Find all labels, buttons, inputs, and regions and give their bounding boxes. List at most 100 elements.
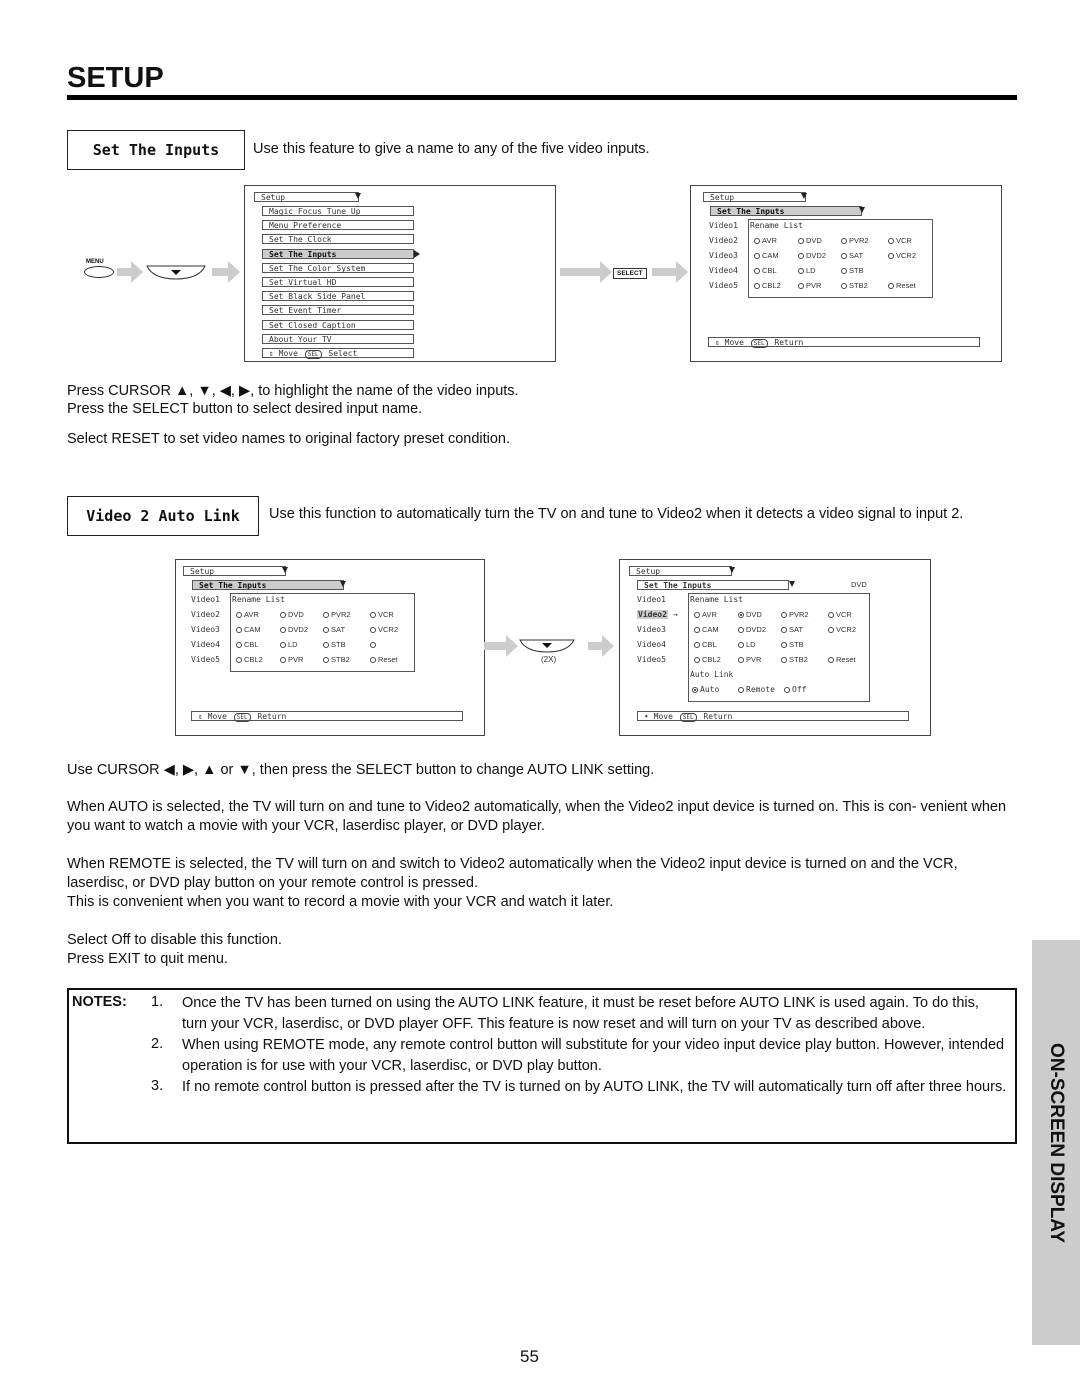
rename-option[interactable]: STB2 <box>841 281 868 290</box>
video-label[interactable]: Video3 <box>191 625 220 634</box>
rename-option[interactable]: VCR2 <box>828 625 856 634</box>
option-label: AVR <box>702 610 717 619</box>
rename-option[interactable]: DVD2 <box>738 625 766 634</box>
osd-footer: ⇕ Move SEL Select <box>262 348 414 359</box>
rename-option[interactable]: VCR2 <box>370 625 398 634</box>
osd-subheader: Set The Inputs <box>710 206 862 216</box>
rename-option[interactable]: AVR <box>694 610 717 619</box>
video-label[interactable]: Video4 <box>637 640 666 649</box>
video-label[interactable]: Video5 <box>191 655 220 664</box>
menu-item[interactable]: Magic Focus Tune Up <box>262 206 414 216</box>
rename-option[interactable]: LD <box>738 640 756 649</box>
rename-option[interactable]: PVR <box>280 655 303 664</box>
menu-item[interactable]: Set Event Timer <box>262 305 414 316</box>
video-label[interactable]: Video3 <box>637 625 666 634</box>
option-label: STB2 <box>789 655 808 664</box>
rename-option[interactable]: STB2 <box>781 655 808 664</box>
radio-icon <box>798 268 804 274</box>
rename-option[interactable]: Reset <box>888 281 916 290</box>
video-label[interactable]: Video2 <box>637 610 668 619</box>
cursor-down-button[interactable] <box>145 263 207 281</box>
auto-link-option[interactable]: Auto <box>692 685 719 694</box>
rename-option[interactable]: STB2 <box>323 655 350 664</box>
radio-icon <box>370 612 376 618</box>
rename-option[interactable]: CAM <box>754 251 779 260</box>
rename-list-title: Rename List <box>750 221 803 230</box>
menu-item[interactable]: Set Virtual HD <box>262 277 414 287</box>
video-label[interactable]: Video5 <box>709 281 738 290</box>
footer-move: Move <box>207 712 227 721</box>
menu-item[interactable]: Set Black Side Panel <box>262 291 414 302</box>
select-button[interactable]: SELECT <box>613 268 647 279</box>
menu-item[interactable]: Set The Inputs <box>262 248 414 259</box>
rename-option[interactable]: VCR <box>370 610 394 619</box>
rename-option[interactable]: LD <box>280 640 298 649</box>
radio-icon <box>236 642 242 648</box>
option-label: VCR <box>378 610 394 619</box>
rename-option[interactable]: LD <box>798 266 816 275</box>
rename-option[interactable]: STB <box>841 266 864 275</box>
radio-icon <box>280 612 286 618</box>
rename-option[interactable]: SAT <box>323 625 345 634</box>
rename-option[interactable]: PVR <box>798 281 821 290</box>
note-number: 1. <box>151 994 164 1010</box>
rename-option[interactable]: Reset <box>370 655 398 664</box>
radio-icon <box>738 687 744 693</box>
rename-option[interactable]: AVR <box>754 236 777 245</box>
rename-option[interactable]: CBL <box>754 266 777 275</box>
video-label[interactable]: Video3 <box>709 251 738 260</box>
rename-option[interactable]: DVD2 <box>280 625 308 634</box>
video-label[interactable]: Video2 <box>191 610 220 619</box>
radio-icon <box>323 657 329 663</box>
menu-item[interactable]: Set Closed Caption <box>262 319 414 330</box>
rename-option[interactable]: SAT <box>781 625 803 634</box>
rename-option[interactable]: DVD2 <box>798 251 826 260</box>
video-label[interactable]: Video2 <box>709 236 738 245</box>
rename-option[interactable]: STB <box>323 640 346 649</box>
menu-item[interactable]: About Your TV <box>262 333 414 344</box>
rename-option[interactable]: DVD <box>798 236 822 245</box>
rename-option[interactable]: VCR <box>888 236 912 245</box>
cursor-down-button[interactable] <box>518 638 576 654</box>
rename-option[interactable]: DVD <box>280 610 304 619</box>
rename-option[interactable]: STB <box>781 640 804 649</box>
radio-icon <box>280 657 286 663</box>
option-label: VCR <box>836 610 852 619</box>
rename-option[interactable]: CAM <box>694 625 719 634</box>
rename-option[interactable]: VCR2 <box>888 251 916 260</box>
rename-option[interactable]: PVR2 <box>323 610 351 619</box>
radio-icon <box>841 253 847 259</box>
rename-option[interactable]: CBL2 <box>694 655 721 664</box>
rename-option[interactable]: PVR2 <box>781 610 809 619</box>
rename-option[interactable]: CBL2 <box>236 655 263 664</box>
rename-option[interactable]: Reset <box>828 655 856 664</box>
menu-item[interactable]: Menu Preference <box>262 220 414 231</box>
video-label[interactable]: Video1 <box>709 221 738 230</box>
section-title: SETUP <box>67 62 164 94</box>
rename-option[interactable]: SAT <box>841 251 863 260</box>
auto-link-option[interactable]: Off <box>784 685 806 694</box>
video-label[interactable]: Video1 <box>191 595 220 604</box>
rename-option[interactable]: CBL <box>236 640 259 649</box>
video-label[interactable]: Video5 <box>637 655 666 664</box>
rename-option[interactable]: DVD <box>738 610 762 619</box>
menu-item[interactable]: Set The Clock <box>262 234 414 245</box>
rename-option[interactable]: VCR <box>828 610 852 619</box>
radio-icon <box>370 657 376 663</box>
menu-button[interactable] <box>84 266 114 278</box>
radio-icon <box>828 612 834 618</box>
radio-icon <box>236 627 242 633</box>
video-label[interactable]: Video4 <box>191 640 220 649</box>
rename-option[interactable]: AVR <box>236 610 259 619</box>
rename-option[interactable]: PVR <box>738 655 761 664</box>
menu-item[interactable]: Set The Color System <box>262 262 414 273</box>
video-label[interactable]: Video1 <box>637 595 666 604</box>
auto-link-option[interactable]: Remote <box>738 685 775 694</box>
option-label: STB2 <box>849 281 868 290</box>
rename-option[interactable]: CAM <box>236 625 261 634</box>
rename-option[interactable]: CBL2 <box>754 281 781 290</box>
video-label[interactable]: Video4 <box>709 266 738 275</box>
rename-option[interactable]: PVR2 <box>841 236 869 245</box>
rename-option[interactable]: CBL <box>694 640 717 649</box>
rename-option-empty[interactable] <box>370 640 378 649</box>
